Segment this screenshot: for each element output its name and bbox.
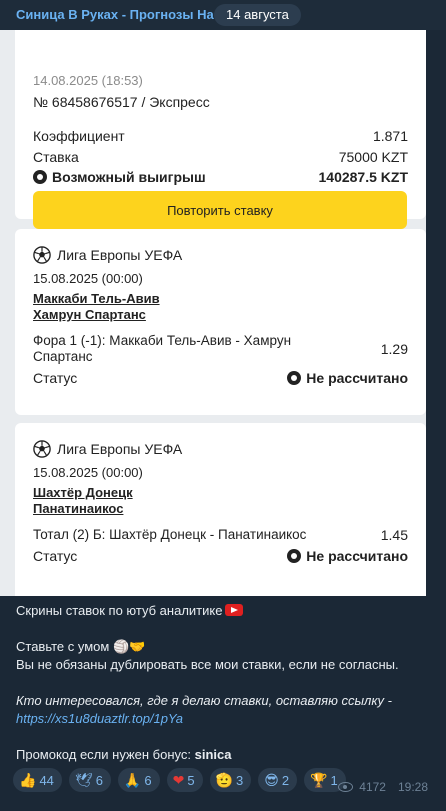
event-date: 15.08.2025 (00:00) xyxy=(33,271,143,286)
date-pill: 14 августа xyxy=(214,4,301,26)
stake-value: 75000 KZT xyxy=(338,149,408,165)
event-card-1: Лига Европы УЕФА 15.08.2025 (00:00) Макк… xyxy=(15,229,426,415)
reaction-count: 1 xyxy=(330,772,338,788)
reaction-count: 5 xyxy=(187,772,195,788)
reaction-salute[interactable]: 🫡 3 xyxy=(209,768,252,792)
coef-value: 1.871 xyxy=(372,128,408,144)
status-value: Не рассчитано xyxy=(287,548,408,564)
event-date: 15.08.2025 (00:00) xyxy=(33,465,143,480)
soccer-ball-icon xyxy=(33,440,51,458)
trophy-icon: 🏆 xyxy=(310,771,328,788)
bet-slip-card: 14.08.2025 (18:53) № 68458676517 / Экспр… xyxy=(15,30,426,229)
pray-icon: 🙏 xyxy=(123,771,142,788)
status-label: Статус xyxy=(33,548,78,564)
status-text: Не рассчитано xyxy=(306,370,408,386)
heart-icon: ❤ xyxy=(172,771,185,788)
bet-screenshot[interactable]: 14.08.2025 (18:53) № 68458676517 / Экспр… xyxy=(0,30,426,596)
message-line-4: Кто интересовался, где я делаю ставки, о… xyxy=(16,693,392,708)
reactions-bar: 👍 44 🕊 6 🙏 6 ❤ 5 🫡 3 😎 2 🏆 1 xyxy=(13,768,346,792)
league-name: Лига Европы УЕФА xyxy=(57,247,183,263)
pending-icon xyxy=(287,549,302,563)
team-away[interactable]: Хамрун Спартанс xyxy=(33,307,146,322)
reaction-cool[interactable]: 😎 2 xyxy=(258,768,298,792)
message-line-2: Ставьте с умом 🏐🤝 xyxy=(16,638,430,656)
handshake-icon: 🤝 xyxy=(129,639,146,654)
team-away[interactable]: Панатинаикос xyxy=(33,501,123,516)
coef-label: Коэффициент xyxy=(33,128,125,144)
league-row: Лига Европы УЕФА xyxy=(33,440,182,458)
salute-icon: 🫡 xyxy=(215,771,233,788)
reaction-pray[interactable]: 🙏 6 xyxy=(117,768,160,792)
repeat-bet-button[interactable]: Повторить ставку xyxy=(33,191,407,229)
market-text: Фора 1 (-1): Маккаби Тель-Авив - Хамрун … xyxy=(33,333,292,364)
bet-site-link[interactable]: https://xs1u8duaztlr.top/1pYa xyxy=(16,710,430,728)
win-value: 140287.5 KZT xyxy=(318,169,409,185)
view-count: 4172 xyxy=(359,780,386,794)
bet-date: 14.08.2025 (18:53) xyxy=(33,73,143,88)
event-card-2: Лига Европы УЕФА 15.08.2025 (00:00) Шахт… xyxy=(15,423,426,596)
odds-value: 1.29 xyxy=(380,341,408,357)
reaction-count: 3 xyxy=(236,772,244,788)
team-home[interactable]: Маккаби Тель-Авив xyxy=(33,291,160,306)
message-line-3: Вы не обязаны дублировать все мои ставки… xyxy=(16,657,399,672)
message-meta: 4172 19:28 xyxy=(338,780,428,794)
reaction-count: 6 xyxy=(95,772,103,788)
message-text: Ставьте с умом xyxy=(16,639,110,654)
status-value: Не рассчитано xyxy=(287,370,408,386)
thumbs-up-icon: 👍 xyxy=(19,771,37,788)
soccer-ball-icon xyxy=(33,246,51,264)
reaction-dove[interactable]: 🕊 6 xyxy=(68,768,111,792)
league-name: Лига Европы УЕФА xyxy=(57,441,183,457)
stake-label: Ставка xyxy=(33,149,79,165)
message-line-1: Скрины ставок по ютуб аналитике xyxy=(16,602,430,620)
youtube-icon xyxy=(225,604,244,616)
pending-icon xyxy=(287,371,302,385)
win-label: Возможный выигрыш xyxy=(52,169,206,185)
eye-icon xyxy=(338,782,354,792)
league-row: Лига Европы УЕФА xyxy=(33,246,182,264)
promo-code[interactable]: sinica xyxy=(195,747,232,762)
reaction-thumbs-up[interactable]: 👍 44 xyxy=(13,768,62,792)
odds-value: 1.45 xyxy=(380,527,408,543)
status-label: Статус xyxy=(33,370,78,386)
chat-header: Синица В Руках - Прогнозы На 14 августа xyxy=(0,0,446,30)
market-text: Тотал (2) Б: Шахтёр Донецк - Панатинаико… xyxy=(33,527,307,542)
reaction-count: 6 xyxy=(144,772,152,788)
bet-number: № 68458676517 / Экспресс xyxy=(33,94,210,110)
team-home[interactable]: Шахтёр Донецк xyxy=(33,485,133,500)
message-time: 19:28 xyxy=(397,780,428,794)
message-text: Скрины ставок по ютуб аналитике xyxy=(16,603,223,618)
promo-prefix: Промокод если нужен бонус: xyxy=(16,747,191,762)
promo-line: Промокод если нужен бонус: sinica xyxy=(16,746,430,764)
status-text: Не рассчитано xyxy=(306,548,408,564)
volleyball-icon: 🏐 xyxy=(112,639,130,654)
reaction-heart[interactable]: ❤ 5 xyxy=(166,768,203,792)
target-icon xyxy=(33,170,47,184)
sunglasses-icon: 😎 xyxy=(264,771,279,788)
stake-row: Ставка 75000 KZT xyxy=(33,149,408,165)
reaction-count: 2 xyxy=(281,772,290,788)
dove-icon: 🕊 xyxy=(74,771,93,788)
channel-title[interactable]: Синица В Руках - Прогнозы На xyxy=(16,7,214,22)
win-row: Возможный выигрыш 140287.5 KZT xyxy=(33,169,408,185)
coef-row: Коэффициент 1.871 xyxy=(33,128,408,144)
reaction-count: 44 xyxy=(39,772,54,788)
